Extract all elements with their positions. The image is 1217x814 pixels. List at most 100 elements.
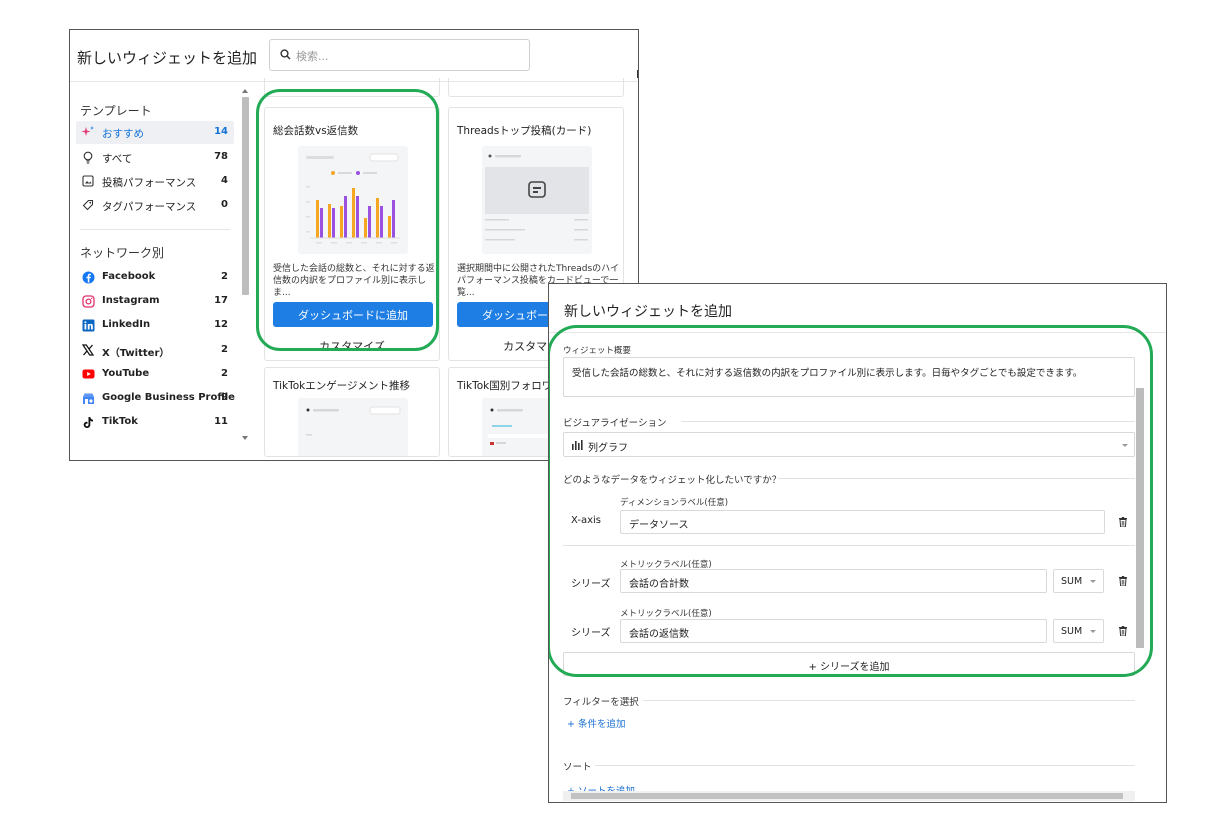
template-card-conversations-vs-replies[interactable]: 総会話数vs返信数 受信した会話の総数と、それに対する返信数の内訳をプロファイル… <box>264 107 440 361</box>
scrollbar-thumb[interactable] <box>571 793 1123 799</box>
overview-textarea[interactable]: 受信した会話の総数と、それに対する返信数の内訳をプロファイル別に表示します。日毎… <box>563 357 1135 397</box>
chevron-down-icon <box>1090 580 1096 583</box>
card-title: 総会話数vs返信数 <box>273 125 359 137</box>
sidebar-item-linkedin[interactable]: LinkedIn 12 <box>76 314 234 337</box>
sidebar-item-count: 12 <box>214 319 228 330</box>
google-business-icon <box>81 391 95 405</box>
sidebar-item-label: YouTube <box>102 368 150 379</box>
data-question-label: どのようなデータをウィジェット化したいですか？ <box>563 475 782 486</box>
bulb-icon <box>81 150 95 164</box>
card-title: Threadsトップ投稿(カード) <box>457 125 592 137</box>
sidebar-item-google-business[interactable]: Google Business Profile 9 <box>76 387 235 410</box>
sidebar-divider <box>80 229 230 230</box>
series-2-aggregation-select[interactable]: SUM <box>1053 619 1104 643</box>
linkedin-icon <box>81 318 95 332</box>
sidebar-item-label: TikTok <box>102 416 138 427</box>
customize-link[interactable]: カスタマイズ <box>265 338 439 354</box>
sidebar-item-label: Facebook <box>102 271 156 282</box>
section-divider <box>778 478 1135 479</box>
series-1-aggregation-select[interactable]: SUM <box>1053 569 1104 593</box>
sidebar-item-label: Instagram <box>102 295 160 306</box>
sidebar-item-count: 14 <box>214 126 228 137</box>
instagram-icon <box>81 294 95 308</box>
card-title: TikTok国別フォロワー <box>457 380 563 392</box>
gallery-header: 新しいウィジェットを追加 <box>70 30 638 82</box>
scroll-down-arrow[interactable] <box>242 436 248 440</box>
card-above-peek <box>448 78 624 97</box>
sidebar-item-x-twitter[interactable]: X（Twitter） 2 <box>76 339 234 362</box>
trash-icon[interactable] <box>1119 517 1127 527</box>
sidebar-item-recommended[interactable]: おすすめ 14 <box>76 121 234 144</box>
widget-config-window: 新しいウィジェットを追加 ウィジェット概要 受信した会話の総数と、それに対する返… <box>548 283 1167 803</box>
section-divider <box>595 765 1135 766</box>
template-card-tiktok-engagement[interactable]: TikTokエンゲージメント推移 <box>264 367 440 457</box>
sidebar-item-count: 9 <box>221 392 228 403</box>
sidebar-item-label: X（Twitter） <box>102 348 170 359</box>
config-horizontal-scrollbar[interactable] <box>563 791 1135 801</box>
sidebar-item-instagram[interactable]: Instagram 17 <box>76 290 234 313</box>
tag-icon <box>81 198 95 212</box>
series-label: シリーズ <box>571 579 611 590</box>
add-series-button[interactable]: + シリーズを追加 <box>563 652 1135 676</box>
card-description: 受信した会話の総数と、それに対する返信数の内訳をプロファイル別に表示しま... <box>273 264 435 298</box>
scroll-up-arrow[interactable] <box>242 89 248 93</box>
sidebar-item-tag-performance[interactable]: タグパフォーマンス 0 <box>76 194 234 217</box>
series-label: シリーズ <box>571 628 611 639</box>
card-title: TikTokエンゲージメント推移 <box>273 380 411 392</box>
sidebar-item-count: 0 <box>221 199 228 210</box>
x-twitter-icon <box>81 343 95 357</box>
add-to-dashboard-button[interactable]: ダッシュボードに追加 <box>273 302 433 327</box>
facebook-icon <box>81 270 95 284</box>
sparkle-icon <box>81 125 95 139</box>
visualization-value: 列グラフ <box>588 443 628 454</box>
visualization-label: ビジュアライゼーション <box>563 418 667 429</box>
trash-icon[interactable] <box>1119 576 1127 586</box>
aggregation-value: SUM <box>1061 626 1083 637</box>
sidebar-item-youtube[interactable]: YouTube 2 <box>76 363 234 386</box>
dimension-input[interactable]: データソース <box>620 510 1105 534</box>
sidebar-item-count: 11 <box>214 416 228 427</box>
column-chart-icon <box>572 440 583 450</box>
sidebar-item-tiktok[interactable]: TikTok 11 <box>76 411 234 434</box>
sidebar-item-post-performance[interactable]: 投稿パフォーマンス 4 <box>76 170 234 193</box>
scrollbar-thumb[interactable] <box>1136 388 1144 648</box>
section-divider <box>681 421 1135 422</box>
sidebar-item-count: 2 <box>221 368 228 379</box>
sidebar-item-label: すべて <box>102 153 133 165</box>
card-above-peek <box>264 78 440 97</box>
tiktok-icon <box>81 415 95 429</box>
network-heading: ネットワーク別 <box>80 246 165 260</box>
visualization-select[interactable]: 列グラフ <box>563 432 1135 457</box>
sidebar-scrollbar[interactable] <box>241 89 250 443</box>
line-chart-thumbnail <box>298 398 408 456</box>
sidebar-item-count: 4 <box>221 175 228 186</box>
header-divider <box>549 332 1166 333</box>
sort-label: ソート <box>563 762 592 773</box>
header-edge-mark <box>637 70 638 78</box>
search-box[interactable] <box>269 39 530 71</box>
sidebar-item-count: 78 <box>214 151 228 162</box>
section-divider <box>643 700 1135 701</box>
templates-heading: テンプレート <box>80 104 152 118</box>
config-title: 新しいウィジェットを追加 <box>564 304 732 320</box>
template-sidebar: テンプレート おすすめ 14 すべて 78 投稿パフォーマンス 4 タグパフォー… <box>70 83 241 460</box>
overview-label: ウィジェット概要 <box>563 346 632 356</box>
series-2-input[interactable]: 会話の返信数 <box>620 619 1047 643</box>
row-divider <box>563 545 1135 546</box>
search-input[interactable] <box>296 47 516 65</box>
aggregation-value: SUM <box>1061 576 1083 587</box>
image-icon <box>81 174 95 188</box>
column-chart-thumbnail <box>298 146 408 254</box>
add-condition-link[interactable]: + 条件を追加 <box>567 716 625 730</box>
sidebar-item-label: Google Business Profile <box>102 392 235 403</box>
scrollbar-thumb[interactable] <box>242 97 249 295</box>
series-1-input[interactable]: 会話の合計数 <box>620 569 1047 593</box>
youtube-icon <box>81 367 95 381</box>
sidebar-item-facebook[interactable]: Facebook 2 <box>76 266 234 289</box>
sidebar-item-count: 2 <box>221 344 228 355</box>
sidebar-item-count: 17 <box>214 295 228 306</box>
sidebar-item-label: 投稿パフォーマンス <box>102 177 197 189</box>
trash-icon[interactable] <box>1119 626 1127 636</box>
config-vertical-scrollbar[interactable] <box>1135 333 1145 791</box>
sidebar-item-all[interactable]: すべて 78 <box>76 146 234 169</box>
